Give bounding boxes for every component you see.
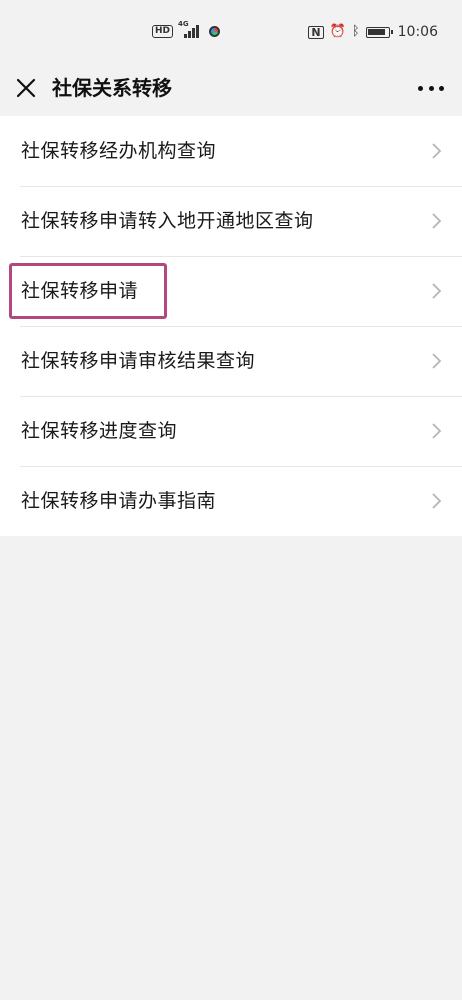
close-icon[interactable]	[14, 76, 38, 100]
menu-item-review-result-query[interactable]: 社保转移申请审核结果查询	[0, 326, 462, 396]
alarm-icon: ⏰	[329, 24, 346, 39]
battery-icon	[365, 26, 393, 38]
page-title: 社保关系转移	[52, 76, 172, 100]
menu-item-transfer-application[interactable]: 社保转移申请	[0, 256, 462, 326]
more-options-icon[interactable]	[418, 78, 444, 98]
status-left-group: HD 4G	[152, 20, 221, 38]
status-right-group: N ⏰ ᛒ 10:06	[308, 24, 438, 40]
signal-icon: 4G	[178, 20, 204, 38]
menu-item-label: 社保转移申请办事指南	[21, 490, 217, 512]
menu-item-label: 社保转移申请转入地开通地区查询	[21, 210, 314, 232]
status-time: 10:06	[397, 24, 438, 40]
menu-item-label: 社保转移进度查询	[21, 420, 178, 442]
title-bar: 社保关系转移	[0, 62, 462, 116]
app-notification-icon	[209, 25, 221, 37]
chevron-right-icon	[432, 213, 442, 229]
menu-item-label: 社保转移经办机构查询	[21, 140, 217, 162]
menu-list: 社保转移经办机构查询 社保转移申请转入地开通地区查询 社保转移申请 社保转移申请…	[0, 116, 462, 536]
hd-icon: HD	[152, 24, 174, 38]
chevron-right-icon	[432, 283, 442, 299]
chevron-right-icon	[432, 493, 442, 509]
chevron-right-icon	[432, 423, 442, 439]
menu-item-region-query[interactable]: 社保转移申请转入地开通地区查询	[0, 186, 462, 256]
menu-item-progress-query[interactable]: 社保转移进度查询	[0, 396, 462, 466]
nfc-icon: N	[308, 25, 324, 39]
menu-item-agency-query[interactable]: 社保转移经办机构查询	[0, 116, 462, 186]
menu-item-label: 社保转移申请审核结果查询	[21, 350, 256, 372]
bluetooth-icon: ᛒ	[351, 24, 360, 39]
chevron-right-icon	[432, 143, 442, 159]
menu-item-guide[interactable]: 社保转移申请办事指南	[0, 466, 462, 536]
menu-item-label: 社保转移申请	[21, 280, 139, 302]
status-bar: HD 4G N ⏰ ᛒ 10:06	[0, 0, 462, 62]
chevron-right-icon	[432, 353, 442, 369]
